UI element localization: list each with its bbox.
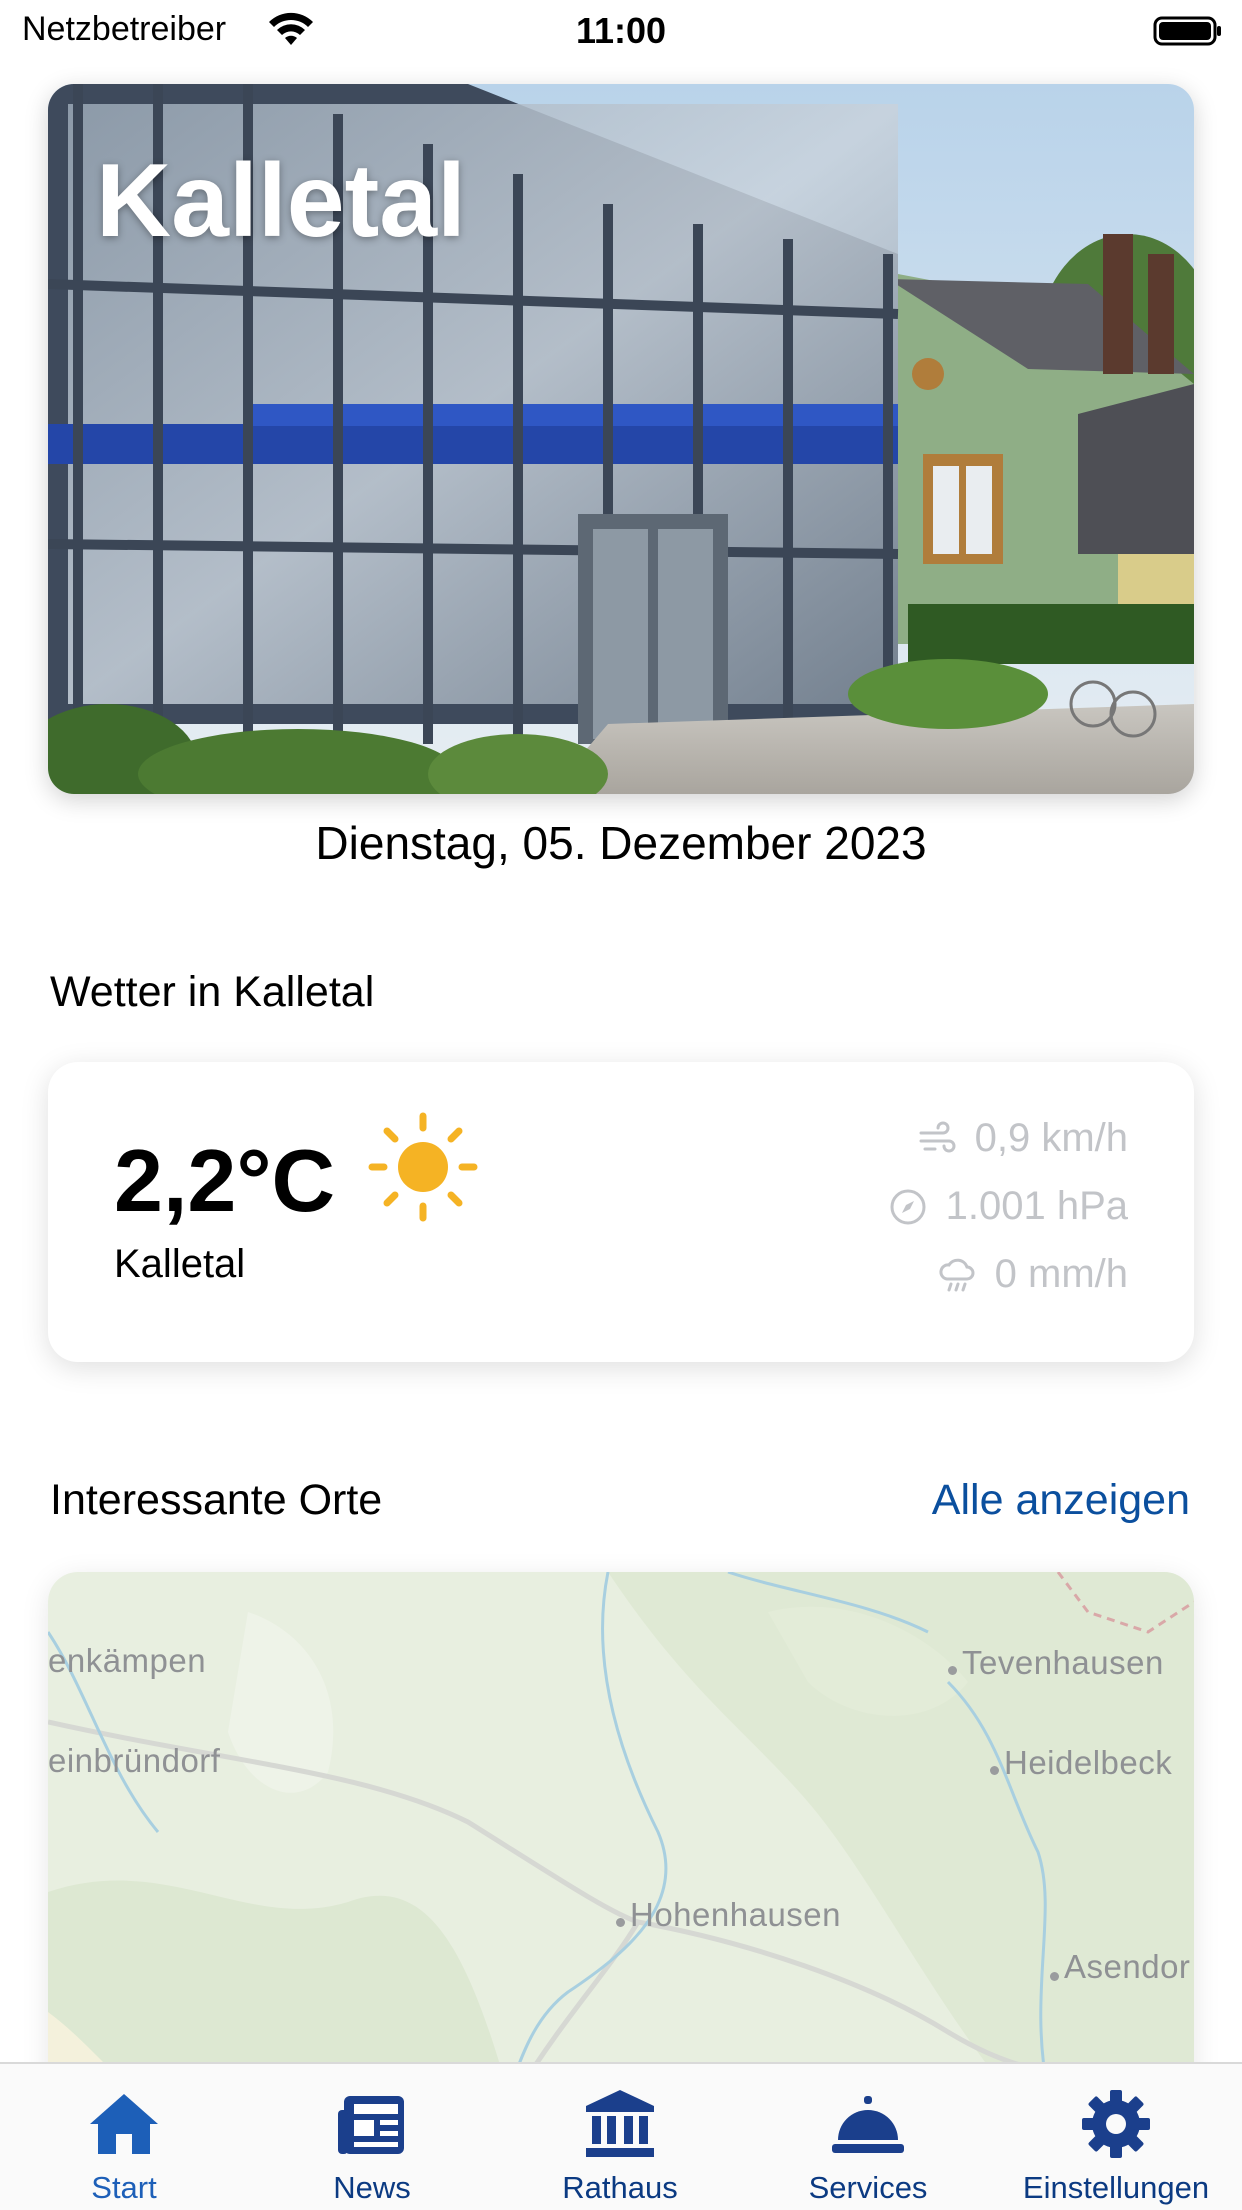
wind-value: 0,9 km/h: [974, 1116, 1128, 1160]
pressure-value: 1.001 hPa: [945, 1184, 1128, 1228]
map-pin-dot: [616, 1918, 625, 1927]
map-label: Asendor: [1064, 1948, 1191, 1985]
map-pin-dot: [1050, 1972, 1059, 1981]
map-label: Heidelbeck: [1004, 1744, 1173, 1781]
rain-row: 0 mm/h: [937, 1252, 1128, 1297]
map-label: Tevenhausen: [962, 1644, 1164, 1681]
show-all-link[interactable]: Alle anzeigen: [932, 1476, 1190, 1525]
town-hall-icon: [586, 2090, 654, 2157]
tab-label: Start: [91, 2170, 157, 2205]
rain-value: 0 mm/h: [994, 1252, 1128, 1296]
tab-bar: Start News Rathaus Services Einstellunge…: [0, 2062, 1242, 2210]
tab-rathaus[interactable]: Rathaus: [496, 2064, 744, 2210]
battery-icon: [1153, 16, 1221, 46]
hero-title: Kalletal: [96, 143, 466, 259]
places-map[interactable]: enkämpen einbründorf Tevenhausen Heidelb…: [48, 1572, 1194, 2092]
weather-card[interactable]: 2,2°C Kalletal 0,9 km/h 1.001 hPa 0 mm/h: [48, 1062, 1194, 1362]
tab-label: Einstellungen: [1022, 2170, 1210, 2205]
map-label: Hohenhausen: [630, 1896, 842, 1933]
tab-services[interactable]: Services: [744, 2064, 992, 2210]
hero-image-card[interactable]: Kalletal: [48, 84, 1194, 794]
tab-label: News: [333, 2170, 411, 2205]
tab-label: Services: [808, 2170, 928, 2205]
compass-icon: [890, 1189, 926, 1224]
current-date: Dienstag, 05. Dezember 2023: [315, 817, 927, 869]
tab-einstellungen[interactable]: Einstellungen: [992, 2064, 1240, 2210]
newspaper-icon: [338, 2096, 404, 2154]
map-label: einbründorf: [48, 1742, 221, 1779]
pressure-row: 1.001 hPa: [888, 1184, 1128, 1229]
weather-location: Kalletal: [114, 1242, 246, 1286]
tab-start[interactable]: Start: [0, 2064, 248, 2210]
house-icon: [90, 2094, 158, 2154]
map-pin-dot: [948, 1666, 957, 1675]
sun-icon: [368, 1112, 478, 1222]
tab-news[interactable]: News: [248, 2064, 496, 2210]
cloud-rain-icon: [939, 1258, 975, 1291]
map-label: enkämpen: [48, 1642, 207, 1679]
clock: 11:00: [575, 10, 667, 51]
weather-section-title: Wetter in Kalletal: [50, 968, 375, 1016]
wind-icon: [919, 1121, 956, 1152]
temperature: 2,2°C: [114, 1131, 336, 1230]
wind-row: 0,9 km/h: [917, 1116, 1128, 1161]
tab-label: Rathaus: [562, 2170, 678, 2205]
map-pin-dot: [990, 1766, 999, 1775]
status-bar: Netzbetreiber 11:00: [0, 0, 1242, 62]
places-section-title: Interessante Orte: [50, 1476, 383, 1524]
service-bell-icon: [832, 2096, 904, 2153]
gear-icon: [1082, 2090, 1150, 2158]
